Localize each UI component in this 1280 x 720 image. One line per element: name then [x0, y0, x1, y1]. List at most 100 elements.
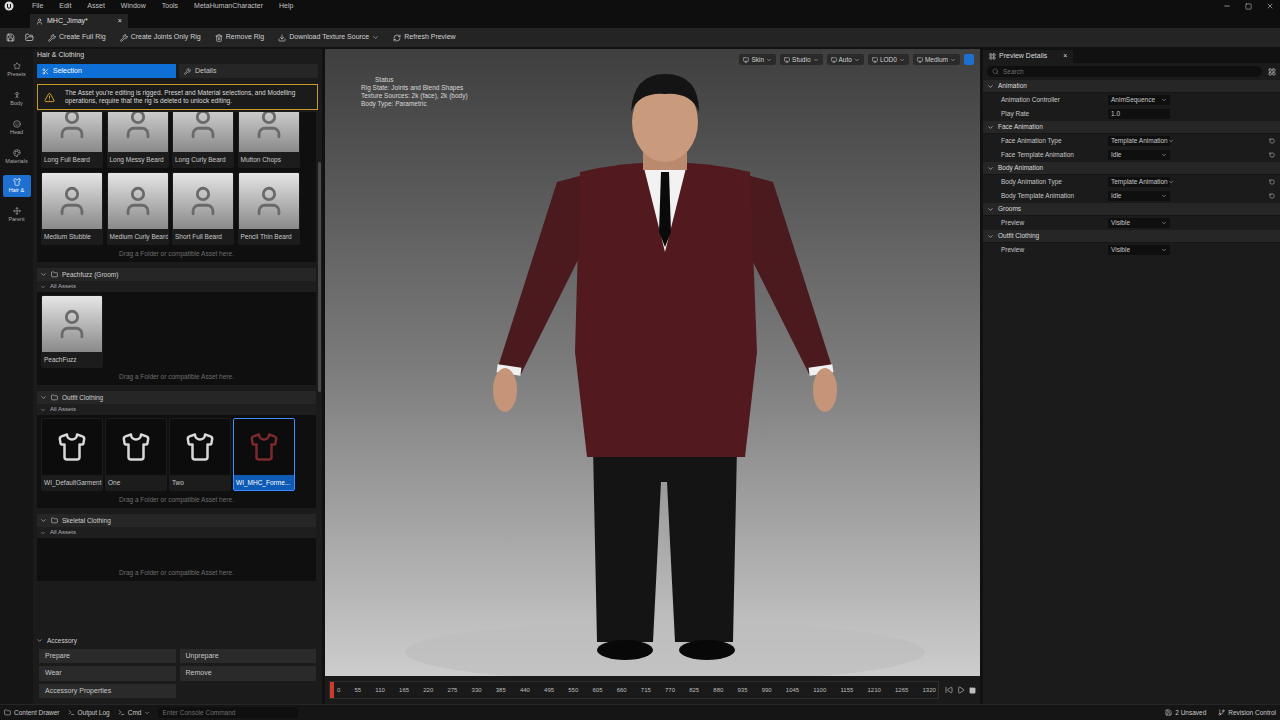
menu-item[interactable]: MetaHumanCharacter [194, 1, 263, 12]
menu-item[interactable]: File [32, 1, 43, 12]
viewport-button[interactable]: Auto [827, 54, 864, 65]
viewport-button[interactable]: Medium [913, 54, 960, 65]
drop-hint: Drag a Folder or compatible Asset here. [41, 245, 312, 262]
accessory-button[interactable]: Unprepare [180, 649, 317, 664]
section-header[interactable]: Skeletal Clothing [37, 514, 316, 527]
section-header[interactable]: Accessory [33, 635, 322, 647]
asset-card[interactable]: One [105, 418, 167, 491]
group-header[interactable]: All Assets [37, 281, 316, 292]
minimize-icon[interactable] [1223, 2, 1231, 10]
rail-item[interactable]: Head [3, 117, 31, 139]
search-field[interactable]: Search [987, 66, 1262, 77]
toolbar-button[interactable]: Remove Rig [215, 32, 265, 43]
play-icon[interactable] [957, 686, 965, 694]
status-item[interactable]: 2 Unsaved [1165, 708, 1206, 718]
timeline-tick: 990 [757, 686, 772, 695]
property-dropdown[interactable]: Idle [1108, 191, 1170, 201]
view-icon [917, 57, 923, 63]
timeline-ruler[interactable]: 0551101652202753303854404955506056607157… [329, 681, 939, 699]
menu-item[interactable]: Window [121, 1, 146, 12]
menu-item[interactable]: Edit [59, 1, 71, 12]
toolbar-button[interactable]: Download Texture Source [278, 32, 379, 43]
unreal-logo-icon [4, 1, 14, 11]
rail-item[interactable]: Parent [3, 204, 31, 226]
asset-card[interactable]: Mutton Chops [238, 112, 300, 168]
save-icon[interactable] [6, 33, 15, 42]
accessory-button[interactable]: Accessory Properties [39, 684, 176, 699]
reset-icon[interactable] [1269, 152, 1275, 158]
status-button[interactable]: Cmd [118, 708, 151, 718]
reset-icon[interactable] [1269, 138, 1275, 144]
document-tab[interactable]: MHC_Jimay*× [30, 14, 128, 28]
rail-item[interactable]: Hair & [3, 175, 31, 197]
status-button[interactable]: Content Drawer [4, 708, 60, 718]
viewport[interactable]: SkinStudioAutoLOD0MediumStatusRig State:… [325, 49, 980, 676]
asset-card[interactable]: WI_DefaultGarment [41, 418, 103, 491]
property-dropdown[interactable]: AnimSequence [1108, 95, 1170, 105]
status-button[interactable]: Output Log [68, 708, 110, 718]
asset-list: Long Full BeardLong Messy BeardLong Curl… [33, 112, 316, 631]
asset-card[interactable]: Two [169, 418, 231, 491]
category-header[interactable]: Grooms [983, 203, 1280, 216]
group-header[interactable]: All Assets [37, 404, 316, 415]
property-dropdown[interactable]: Visible [1108, 218, 1170, 228]
property-dropdown[interactable]: Template Animation [1108, 177, 1170, 187]
accessory-button[interactable]: Prepare [39, 649, 176, 664]
scrollbar[interactable] [316, 112, 322, 631]
character-render [325, 49, 980, 676]
asset-card[interactable]: Medium Curly Beard [107, 172, 169, 245]
asset-card[interactable]: WI_MHC_Forme... [233, 418, 295, 491]
accessory-button[interactable]: Remove [180, 666, 317, 681]
toolbar-button[interactable]: Refresh Preview [393, 32, 455, 43]
asset-card[interactable]: Short Full Beard [172, 172, 234, 245]
log-icon [118, 709, 125, 716]
status-item[interactable]: Revision Control [1218, 708, 1276, 718]
section-header[interactable]: Outfit Clothing [37, 391, 316, 404]
viewport-layout-button[interactable] [964, 54, 974, 65]
close-icon[interactable] [1266, 2, 1274, 10]
category-header[interactable]: Outfit Clothing [983, 230, 1280, 243]
toolbar-button[interactable]: Create Joints Only Rig [120, 32, 201, 43]
property-dropdown[interactable]: Idle [1108, 150, 1170, 160]
category-header[interactable]: Face Animation [983, 121, 1280, 134]
menu-item[interactable]: Tools [162, 1, 178, 12]
maximize-icon[interactable] [1245, 3, 1252, 10]
console-input[interactable]: Enter Console Command [158, 707, 298, 718]
viewport-button[interactable]: LOD0 [868, 54, 909, 65]
settings-icon[interactable] [1268, 68, 1276, 76]
asset-card[interactable]: Long Full Beard [41, 112, 103, 168]
category-header[interactable]: Animation [983, 80, 1280, 93]
browse-icon[interactable] [25, 33, 34, 42]
tab-close[interactable]: × [1063, 51, 1067, 62]
rail-item[interactable]: Presets [3, 59, 31, 81]
playhead[interactable] [330, 682, 334, 698]
asset-card[interactable]: Medium Stubble [41, 172, 103, 245]
stop-icon[interactable] [969, 687, 976, 694]
reset-icon[interactable] [1269, 179, 1275, 185]
rail-item[interactable]: Body [3, 88, 31, 110]
panel-tab[interactable]: Details [179, 64, 318, 78]
viewport-button[interactable]: Studio [780, 54, 822, 65]
property-dropdown[interactable]: Visible [1108, 245, 1170, 255]
property-dropdown[interactable]: Template Animation [1108, 136, 1170, 146]
reset-icon[interactable] [1269, 193, 1275, 199]
step-back-icon[interactable] [945, 686, 953, 694]
rail-item[interactable]: Materials [3, 146, 31, 168]
panel-tab[interactable]: Selection [37, 64, 176, 78]
tab-close[interactable]: × [118, 16, 122, 27]
asset-card[interactable]: Long Curly Beard [172, 112, 234, 168]
category-header[interactable]: Body Animation [983, 162, 1280, 175]
details-tab[interactable]: Preview Details× [983, 50, 1073, 63]
viewport-button[interactable]: Skin [739, 54, 776, 65]
asset-card[interactable]: Pencil Thin Beard [238, 172, 300, 245]
category-rail: Presets Body Head Materials Hair & Parent [0, 49, 33, 704]
menu-item[interactable]: Asset [87, 1, 105, 12]
section-header[interactable]: Peachfuzz (Groom) [37, 268, 316, 281]
toolbar-button[interactable]: Create Full Rig [48, 32, 106, 43]
asset-card[interactable]: Long Messy Beard [107, 112, 169, 168]
asset-card[interactable]: PeachFuzz [41, 295, 103, 368]
accessory-button[interactable]: Wear [39, 666, 176, 681]
menu-item[interactable]: Help [279, 1, 293, 12]
group-header[interactable]: All Assets [37, 527, 316, 538]
property-input[interactable]: 1.0 [1108, 109, 1170, 119]
